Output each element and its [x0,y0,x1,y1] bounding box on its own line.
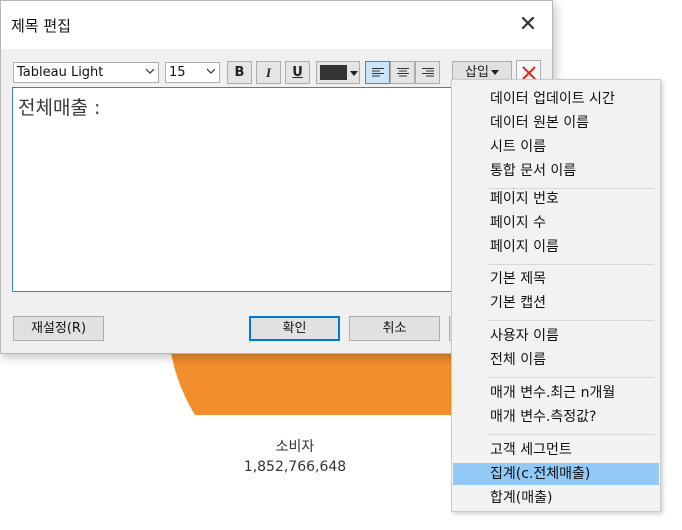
insert-button-label: 삽입 [465,65,489,80]
menu-item[interactable]: 전체 이름 [453,349,659,371]
editor-text: 전체매출 : [18,97,101,119]
menu-item[interactable]: 페이지 번호 [453,188,659,210]
menu-item[interactable]: 통합 문서 이름 [453,160,659,182]
dialog-title: 제목 편집 [11,17,71,35]
bold-button[interactable]: B [227,61,252,84]
reset-button[interactable]: 재설정(R) [13,316,104,341]
menu-item[interactable]: 페이지 이름 [453,236,659,258]
menu-item[interactable]: 매개 변수.최근 n개월 [453,382,659,404]
text-color-button[interactable] [316,61,360,84]
ok-button[interactable]: 확인 [249,316,340,341]
insert-menu: 데이터 업데이트 시간 데이터 원본 이름 시트 이름 통합 문서 이름 페이지 번호 페… [451,79,661,512]
font-size-select[interactable]: 15 [165,62,220,83]
dialog-titlebar[interactable]: 제목 편집 ✕ [1,1,552,49]
font-size-value: 15 [169,65,186,80]
chevron-down-icon [207,68,215,74]
align-right-icon [422,68,434,77]
underline-button[interactable]: U [285,61,310,84]
caret-down-icon [350,71,358,76]
caret-down-icon [490,70,499,75]
align-center-icon [397,68,409,77]
menu-item[interactable]: 데이터 업데이트 시간 [453,88,659,110]
menu-item[interactable]: 페이지 수 [453,212,659,234]
menu-item[interactable]: 데이터 원본 이름 [453,112,659,134]
text-color-swatch [320,65,347,80]
italic-button[interactable]: I [256,61,281,84]
font-family-select[interactable]: Tableau Light [13,62,159,83]
menu-separator [488,264,654,265]
menu-separator [488,320,654,321]
close-icon[interactable]: ✕ [513,11,543,41]
menu-item[interactable]: 집계(c.전체매출) [453,463,659,485]
menu-item[interactable]: 사용자 이름 [453,325,659,347]
align-left-icon [372,68,384,77]
align-left-button[interactable] [365,61,390,84]
menu-item[interactable]: 합계(매출) [453,487,659,509]
menu-separator [488,434,654,435]
menu-item[interactable]: 매개 변수.측정값? [453,406,659,428]
menu-item[interactable]: 기본 제목 [453,268,659,290]
menu-separator [488,377,654,378]
menu-item[interactable]: 기본 캡션 [453,292,659,314]
red-x-icon [522,66,536,80]
menu-item[interactable]: 시트 이름 [453,136,659,158]
chevron-down-icon [146,68,154,74]
tableau-worksheet: 소비자 1,852,766,648 제목 편집 ✕ Tableau Light … [0,0,682,530]
align-center-button[interactable] [390,61,415,84]
font-family-value: Tableau Light [17,65,104,80]
cancel-button[interactable]: 취소 [349,316,440,341]
pie-slice-label: 소비자 1,852,766,648 [220,437,370,477]
menu-item[interactable]: 고객 세그먼트 [453,439,659,461]
segment-value: 1,852,766,648 [243,459,347,475]
segment-name: 소비자 [275,439,315,455]
align-right-button[interactable] [415,61,440,84]
